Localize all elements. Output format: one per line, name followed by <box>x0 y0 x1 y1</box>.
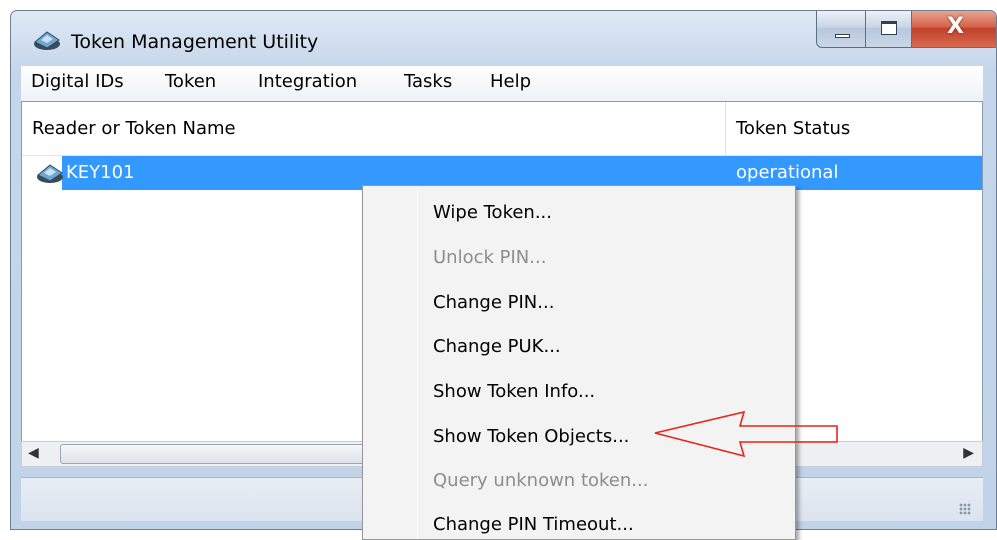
caption-buttons: X <box>816 11 996 48</box>
maximize-button[interactable] <box>866 11 912 48</box>
close-icon: X <box>947 14 964 39</box>
minimize-icon <box>835 34 850 38</box>
column-header-status[interactable]: Token Status <box>736 118 850 139</box>
resize-grip-icon[interactable] <box>959 503 971 515</box>
menu-tasks[interactable]: Tasks <box>404 71 452 92</box>
context-menu: Wipe Token... Unlock PIN... Change PIN..… <box>362 185 796 540</box>
scroll-right-icon[interactable]: ▶ <box>963 445 974 461</box>
token-status-cell: operational <box>736 162 839 183</box>
close-button[interactable]: X <box>912 11 996 48</box>
menu-item-change-pin[interactable]: Change PIN... <box>433 292 554 313</box>
menu-help[interactable]: Help <box>490 71 531 92</box>
menu-integration[interactable]: Integration <box>258 71 357 92</box>
menu-item-change-puk[interactable]: Change PUK... <box>433 336 561 357</box>
menu-item-query-unknown-token: Query unknown token... <box>433 470 649 491</box>
scroll-thumb[interactable] <box>60 444 380 464</box>
menu-item-wipe-token[interactable]: Wipe Token... <box>433 202 552 223</box>
menu-token[interactable]: Token <box>165 71 216 92</box>
menu-item-change-pin-timeout[interactable]: Change PIN Timeout... <box>433 514 634 535</box>
token-reader-icon <box>34 31 60 50</box>
token-icon <box>37 164 63 183</box>
scroll-left-icon[interactable]: ◀ <box>28 445 39 461</box>
menu-item-unlock-pin: Unlock PIN... <box>433 247 547 268</box>
menu-item-show-token-objects[interactable]: Show Token Objects... <box>433 426 629 447</box>
token-name-cell[interactable]: KEY101 <box>66 162 135 183</box>
menu-item-show-token-info[interactable]: Show Token Info... <box>433 381 595 402</box>
minimize-button[interactable] <box>816 11 866 48</box>
window-title: Token Management Utility <box>71 31 319 53</box>
column-divider[interactable] <box>725 102 726 156</box>
menu-digital-ids[interactable]: Digital IDs <box>31 71 124 92</box>
menu-icon-gutter <box>417 190 418 539</box>
column-header-row: Reader or Token Name Token Status <box>22 102 982 156</box>
maximize-icon <box>881 21 897 35</box>
title-bar[interactable]: Token Management Utility X <box>11 11 996 73</box>
column-header-name[interactable]: Reader or Token Name <box>32 118 236 139</box>
menu-bar: Digital IDs Token Integration Tasks Help <box>21 65 983 101</box>
